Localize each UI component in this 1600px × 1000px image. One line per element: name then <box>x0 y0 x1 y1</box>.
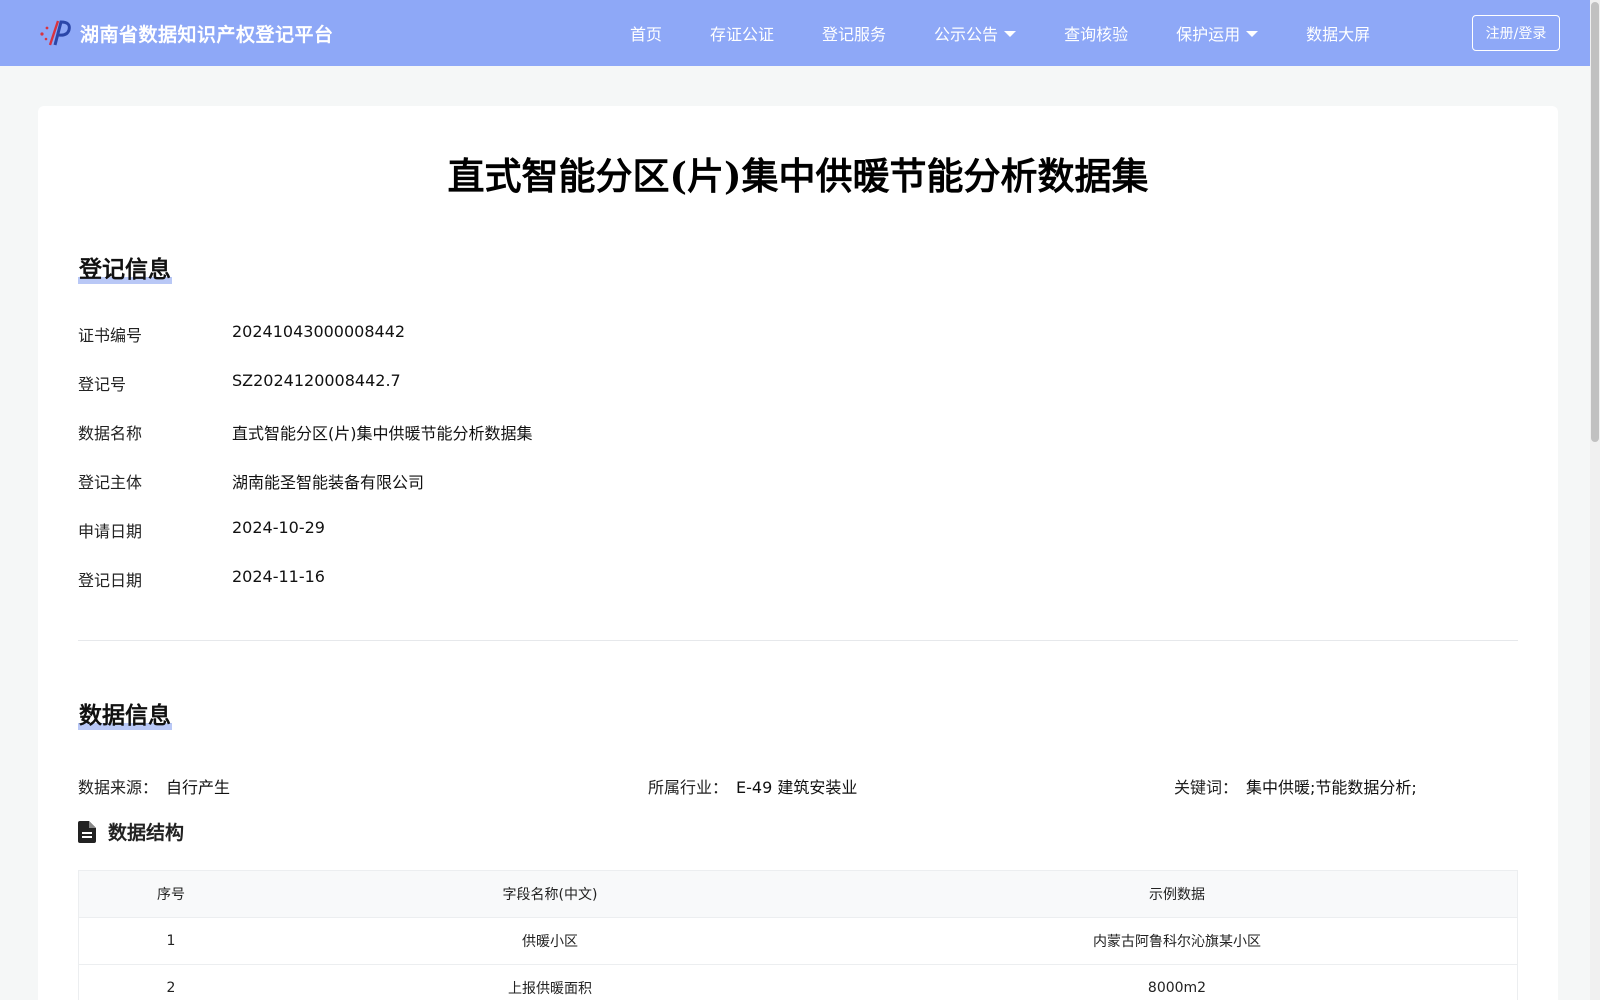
vertical-scrollbar[interactable] <box>1590 0 1600 1000</box>
data-info-heading: 数据信息 <box>78 696 172 730</box>
table-row: 1 供暖小区 内蒙古阿鲁科尔沁旗某小区 <box>79 918 1517 965</box>
industry: 所属行业： E-49 建筑安装业 <box>648 774 857 798</box>
info-label: 证书编号 <box>78 326 143 345</box>
registration-info-heading: 登记信息 <box>78 250 172 284</box>
data-source-value: 自行产生 <box>166 778 231 797</box>
data-structure-heading: 数据结构 <box>78 818 184 845</box>
section-divider <box>78 640 1518 641</box>
table-cell-index: 1 <box>166 933 176 949</box>
top-navigation-bar: 湖南省数据知识产权登记平台 首页 存证公证 登记服务 公示公告 查询核验 保护运… <box>0 0 1600 66</box>
nav-item-data-dashboard[interactable]: 数据大屏 <box>1306 21 1370 45</box>
scrollbar-thumb[interactable] <box>1591 2 1599 442</box>
info-row-certificate-number: 证书编号 20241043000008442 <box>78 322 405 346</box>
nav-label: 首页 <box>630 25 663 44</box>
nav-label: 查询核验 <box>1064 25 1129 44</box>
table-cell-field-name: 上报供暖面积 <box>508 981 592 997</box>
table-row: 2 上报供暖面积 8000m2 <box>79 965 1517 1000</box>
data-source: 数据来源： 自行产生 <box>78 774 230 798</box>
nav-item-protection[interactable]: 保护运用 <box>1176 21 1259 45</box>
nav-label: 数据大屏 <box>1306 25 1371 44</box>
nav-label: 存证公证 <box>710 25 775 44</box>
main-nav: 首页 存证公证 登记服务 公示公告 查询核验 保护运用 数据大屏 <box>630 0 1418 66</box>
nav-item-query-verify[interactable]: 查询核验 <box>1064 21 1128 45</box>
data-structure-title: 数据结构 <box>108 822 185 844</box>
column-header-field-name: 字段名称(中文) <box>502 887 598 903</box>
info-label: 申请日期 <box>78 522 143 541</box>
info-label: 登记日期 <box>78 571 143 590</box>
nav-label: 保护运用 <box>1176 25 1241 44</box>
info-value: 20241043000008442 <box>232 322 406 341</box>
nav-label: 公示公告 <box>934 25 999 44</box>
keywords: 关键词： 集中供暖;节能数据分析; <box>1174 774 1417 798</box>
nav-item-announcements[interactable]: 公示公告 <box>934 21 1017 45</box>
industry-label: 所属行业： <box>648 778 729 797</box>
data-structure-table: 序号 字段名称(中文) 示例数据 1 供暖小区 内蒙古阿鲁科尔沁旗某小区 2 上… <box>78 870 1518 1000</box>
info-label: 登记号 <box>78 375 127 394</box>
page-title: 直式智能分区(片)集中供暖节能分析数据集 <box>447 154 1149 198</box>
platform-logo-icon <box>40 20 71 46</box>
detail-card: 直式智能分区(片)集中供暖节能分析数据集 登记信息 证书编号 202410430… <box>38 106 1558 1000</box>
data-source-label: 数据来源： <box>78 778 159 797</box>
table-cell-sample-data: 内蒙古阿鲁科尔沁旗某小区 <box>1093 934 1261 950</box>
site-title: 湖南省数据知识产权登记平台 <box>80 23 334 46</box>
nav-item-registration-service[interactable]: 登记服务 <box>822 21 886 45</box>
info-value: 湖南能圣智能装备有限公司 <box>232 473 425 492</box>
table-cell-field-name: 供暖小区 <box>522 934 578 950</box>
info-value: SZ2024120008442.7 <box>232 371 401 390</box>
info-value: 直式智能分区(片)集中供暖节能分析数据集 <box>232 424 533 443</box>
info-value: 2024-11-16 <box>232 567 325 586</box>
info-label: 登记主体 <box>78 473 143 492</box>
site-logo[interactable]: 湖南省数据知识产权登记平台 <box>38 17 334 49</box>
nav-item-home[interactable]: 首页 <box>630 21 662 45</box>
chevron-down-icon <box>1246 31 1259 37</box>
info-row-registrant: 登记主体 湖南能圣智能装备有限公司 <box>78 469 424 493</box>
register-login-button[interactable]: 注册/登录 <box>1472 15 1560 51</box>
info-value: 2024-10-29 <box>232 518 325 537</box>
keywords-label: 关键词： <box>1174 778 1239 797</box>
table-header-row: 序号 字段名称(中文) 示例数据 <box>79 871 1517 918</box>
nav-item-notarization[interactable]: 存证公证 <box>710 21 774 45</box>
info-row-registration-date: 登记日期 2024-11-16 <box>78 567 325 591</box>
info-row-application-date: 申请日期 2024-10-29 <box>78 518 325 542</box>
table-cell-index: 2 <box>166 980 176 996</box>
info-label: 数据名称 <box>78 424 143 443</box>
table-cell-sample-data: 8000m2 <box>1147 980 1207 996</box>
chevron-down-icon <box>1004 31 1017 37</box>
info-row-registration-number: 登记号 SZ2024120008442.7 <box>78 371 401 395</box>
column-header-sample-data: 示例数据 <box>1149 887 1205 903</box>
nav-label: 登记服务 <box>822 25 887 44</box>
document-icon <box>78 820 96 843</box>
industry-value: E-49 建筑安装业 <box>736 778 858 797</box>
column-header-index: 序号 <box>157 887 185 903</box>
info-row-data-name: 数据名称 直式智能分区(片)集中供暖节能分析数据集 <box>78 420 533 444</box>
keywords-value: 集中供暖;节能数据分析; <box>1246 778 1417 797</box>
